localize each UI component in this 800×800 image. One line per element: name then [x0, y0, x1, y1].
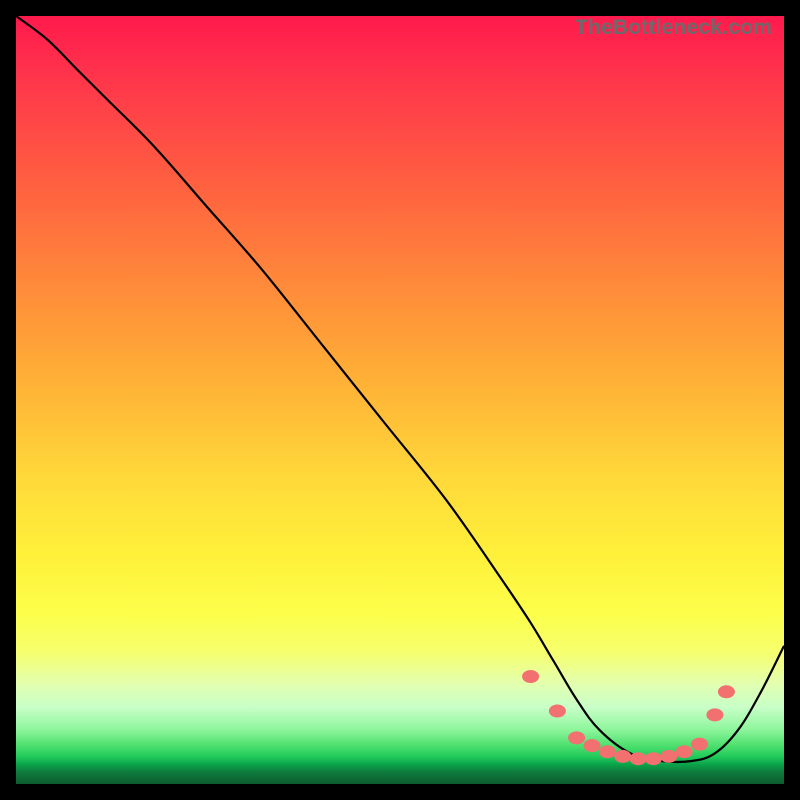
curve-marker [522, 670, 539, 683]
curve-marker [660, 750, 677, 763]
curve-marker [584, 739, 601, 752]
bottleneck-curve [16, 16, 784, 762]
plot-area: TheBottleneck.com [16, 16, 784, 784]
curve-layer [16, 16, 784, 784]
curve-marker [645, 752, 662, 765]
curve-marker [549, 705, 566, 718]
curve-marker [706, 708, 723, 721]
curve-marker [691, 738, 708, 751]
curve-marker [599, 745, 616, 758]
marker-group [522, 670, 735, 765]
curve-marker [676, 745, 693, 758]
curve-marker [568, 731, 585, 744]
chart-frame: TheBottleneck.com [0, 0, 800, 800]
curve-marker [614, 750, 631, 763]
curve-marker [718, 685, 735, 698]
curve-marker [630, 752, 647, 765]
